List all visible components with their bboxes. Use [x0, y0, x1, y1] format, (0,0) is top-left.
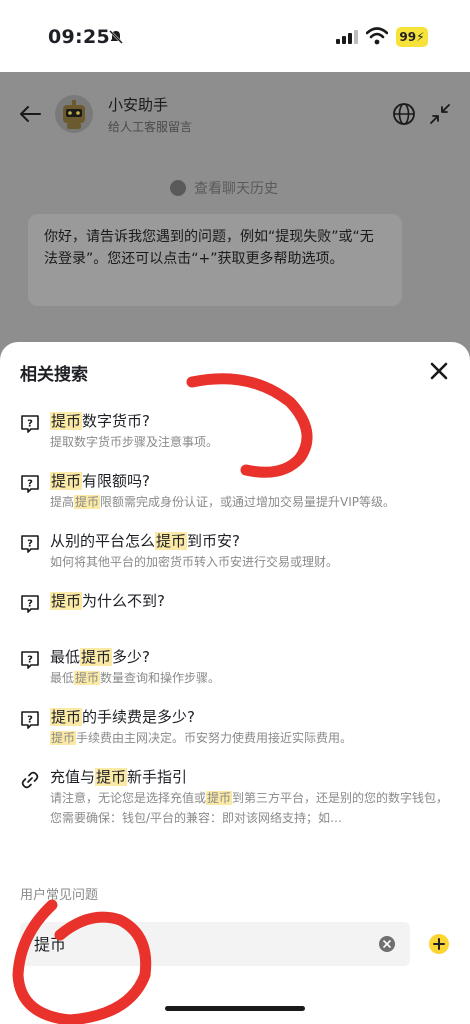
collapse-icon[interactable]: [428, 102, 452, 126]
svg-text:?: ?: [27, 479, 33, 490]
sheet-title: 相关搜索: [20, 365, 88, 385]
result-description: 如何将其他平台的加密货币转入币安进行交易或理财。: [50, 555, 339, 569]
agent-name: 小安助手: [108, 96, 169, 114]
globe-icon[interactable]: [392, 102, 416, 126]
search-result-item[interactable]: ? 最低提币多少? 最低提币数量查询和操作步骤。: [0, 646, 470, 706]
result-title: 提币有限额吗?: [50, 472, 150, 490]
result-title: 提币数字货币?: [50, 412, 150, 430]
history-clock-icon: [170, 180, 186, 196]
svg-text:?: ?: [27, 715, 33, 726]
result-description: 请注意，无论您是选择充值或提币到第三方平台，还是别的您的数字钱包，您需要确保：钱…: [50, 791, 449, 825]
search-results-list: ? 提币数字货币? 提取数字货币步骤及注意事项。 ? 提币有限额吗? 提高提币限…: [0, 410, 470, 848]
home-indicator: [165, 1006, 305, 1011]
search-result-item[interactable]: ? 提币数字货币? 提取数字货币步骤及注意事项。: [0, 410, 470, 470]
battery-level: 99: [399, 30, 417, 44]
search-result-item[interactable]: ? 提币的手续费是多少? 提币手续费由主网决定。币安努力使费用接近实际费用。: [0, 706, 470, 766]
search-input[interactable]: [34, 933, 364, 952]
add-plus-icon[interactable]: [428, 933, 450, 955]
close-icon[interactable]: [428, 360, 450, 382]
result-description: 提取数字货币步骤及注意事项。: [50, 435, 219, 449]
question-icon: ?: [21, 475, 39, 493]
result-title: 提币为什么不到?: [50, 592, 165, 610]
bell-muted-icon: [109, 30, 123, 44]
question-icon: ?: [21, 595, 39, 613]
status-bar: 09:25 99⚡: [0, 0, 470, 72]
search-result-item[interactable]: 充值与提币新手指引 请注意，无论您是选择充值或提币到第三方平台，还是别的您的数字…: [0, 766, 470, 848]
question-icon: ?: [21, 415, 39, 433]
svg-text:?: ?: [27, 419, 33, 430]
status-time: 09:25: [48, 26, 110, 48]
related-search-sheet: 相关搜索 ? 提币数字货币? 提取数字货币步骤及注意事项。 ? 提币有限额吗? …: [0, 342, 470, 1024]
robot-avatar-icon: [55, 95, 93, 133]
signal-icon: [336, 30, 358, 44]
result-title: 充值与提币新手指引: [50, 768, 188, 786]
battery-badge: 99⚡: [396, 27, 428, 47]
bot-message-bubble: 你好，请告诉我您遇到的问题，例如“提现失败”或“无法登录”。您还可以点击“+”获…: [28, 214, 402, 306]
question-icon: ?: [21, 711, 39, 729]
search-result-item[interactable]: ? 从别的平台怎么提币到币安? 如何将其他平台的加密货币转入币安进行交易或理财。: [0, 530, 470, 590]
result-description: 提高提币限额需完成身份认证，或通过增加交易量提升VIP等级。: [50, 495, 396, 509]
question-icon: ?: [21, 651, 39, 669]
link-icon: [21, 771, 39, 789]
chat-history-label: 查看聊天历史: [194, 181, 278, 197]
chat-history-link[interactable]: 查看聊天历史: [170, 178, 278, 198]
svg-text:?: ?: [27, 655, 33, 666]
agent-subtitle[interactable]: 给人工客服留言: [108, 118, 192, 135]
faq-section-header: 用户常见问题: [20, 888, 99, 903]
wifi-icon: [366, 27, 388, 45]
back-arrow-icon[interactable]: [18, 104, 42, 124]
search-result-item[interactable]: ? 提币有限额吗? 提高提币限额需完成身份认证，或通过增加交易量提升VIP等级。: [0, 470, 470, 530]
result-title: 提币的手续费是多少?: [50, 708, 195, 726]
clear-icon[interactable]: [378, 935, 396, 953]
svg-text:?: ?: [27, 539, 33, 550]
result-description: 提币手续费由主网决定。币安努力使费用接近实际费用。: [50, 731, 353, 745]
result-title: 从别的平台怎么提币到币安?: [50, 532, 240, 550]
result-description: 最低提币数量查询和操作步骤。: [50, 671, 221, 685]
question-icon: ?: [21, 535, 39, 553]
svg-text:?: ?: [27, 599, 33, 610]
search-result-item[interactable]: ? 提币为什么不到?: [0, 590, 470, 646]
result-title: 最低提币多少?: [50, 648, 150, 666]
search-input-box[interactable]: [20, 922, 410, 966]
